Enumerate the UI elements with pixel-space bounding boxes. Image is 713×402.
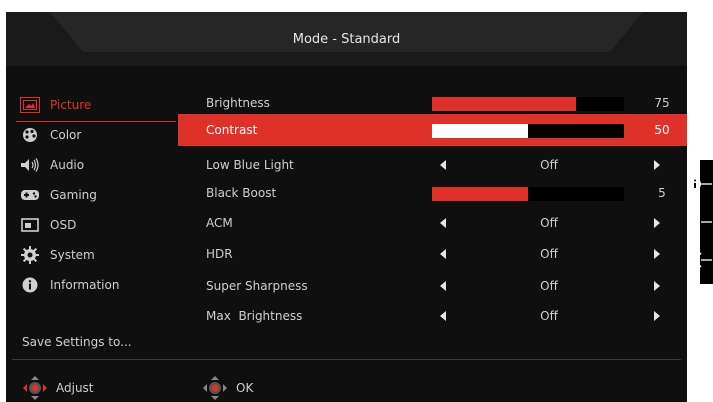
nav-item-osd[interactable]: OSD [16, 214, 178, 236]
nav-item-system[interactable]: System [16, 244, 178, 266]
osd-menu: Mode - Standard Picture Color Audio Gami… [6, 12, 687, 402]
arrow-right-icon[interactable] [654, 281, 660, 291]
side-button-panel [688, 160, 713, 284]
slider-fill [432, 97, 576, 111]
setting-label: Black Boost [206, 186, 277, 200]
setting-label: Low Blue Light [206, 158, 294, 172]
setting-low-blue-light[interactable]: Low Blue Light Off [178, 152, 687, 178]
arrow-left-icon[interactable] [440, 160, 446, 170]
dpad-icon [23, 376, 47, 400]
setting-label: Max Brightness [206, 309, 303, 323]
footer-hints: Adjust OK [6, 372, 687, 402]
grid-icon[interactable] [688, 210, 712, 234]
nav-item-gaming[interactable]: Gaming [16, 184, 178, 206]
arrow-right-icon[interactable] [654, 311, 660, 321]
mode-title: Mode - Standard [292, 32, 401, 47]
setting-label: Brightness [206, 96, 270, 110]
arrow-right-icon[interactable] [654, 249, 660, 259]
arrow-left-icon[interactable] [440, 281, 446, 291]
setting-value: 50 [654, 123, 670, 137]
setting-label: ACM [206, 216, 233, 230]
setting-label: HDR [206, 247, 233, 261]
arrow-right-icon[interactable] [654, 160, 660, 170]
setting-value: 5 [658, 186, 666, 200]
arrow-left-icon[interactable] [440, 249, 446, 259]
setting-value: Off [540, 158, 558, 172]
setting-value: Off [540, 279, 558, 293]
slider-fill [432, 124, 528, 138]
setting-brightness[interactable]: Brightness 75 [178, 90, 687, 116]
slider-fill [432, 187, 528, 201]
close-icon[interactable] [688, 248, 712, 272]
gear-icon [20, 246, 40, 264]
dpad-icon [203, 376, 227, 400]
setting-value: Off [540, 309, 558, 323]
setting-value: Off [540, 247, 558, 261]
selection-underline [16, 121, 176, 122]
nav-label: OSD [50, 218, 77, 232]
info-icon[interactable] [688, 172, 712, 196]
ok-hint: OK [200, 376, 253, 400]
nav-item-information[interactable]: Information [16, 274, 178, 296]
palette-icon [20, 127, 40, 143]
nav-label: Color [50, 128, 82, 142]
osd-icon [20, 217, 40, 233]
brightness-slider[interactable] [432, 97, 624, 111]
contrast-slider[interactable] [432, 124, 624, 138]
nav-item-color[interactable]: Color [16, 124, 178, 146]
ok-label: OK [236, 381, 254, 395]
info-icon [20, 277, 40, 293]
setting-value: Off [540, 216, 558, 230]
nav-item-audio[interactable]: Audio [16, 154, 178, 176]
setting-super-sharpness[interactable]: Super Sharpness Off [178, 273, 687, 299]
speaker-icon [20, 157, 40, 173]
nav-item-picture[interactable]: Picture [16, 94, 178, 116]
gamepad-icon [20, 187, 40, 203]
setting-label: Super Sharpness [206, 279, 308, 293]
setting-acm[interactable]: ACM Off [178, 210, 687, 236]
picture-icon [20, 97, 40, 113]
adjust-label: Adjust [56, 381, 94, 395]
nav-label: System [50, 248, 95, 262]
save-settings-button[interactable]: Save Settings to... [22, 335, 132, 349]
setting-value: 75 [654, 96, 670, 110]
adjust-hint: Adjust [20, 376, 94, 400]
nav-label: Information [50, 278, 120, 292]
nav-label: Picture [50, 98, 92, 112]
arrow-left-icon[interactable] [440, 218, 446, 228]
black-boost-slider[interactable] [432, 187, 624, 201]
arrow-right-icon[interactable] [654, 218, 660, 228]
setting-black-boost[interactable]: Black Boost 5 [178, 180, 687, 206]
nav-label: Gaming [50, 188, 97, 202]
setting-max-brightness[interactable]: Max Brightness Off [178, 303, 687, 329]
nav-label: Audio [50, 158, 85, 172]
setting-contrast[interactable]: Contrast 50 [178, 114, 687, 146]
setting-hdr[interactable]: HDR Off [178, 241, 687, 267]
footer-divider [12, 359, 681, 360]
arrow-left-icon[interactable] [440, 311, 446, 321]
setting-label: Contrast [206, 123, 258, 137]
title-bar: Mode - Standard [6, 12, 687, 66]
